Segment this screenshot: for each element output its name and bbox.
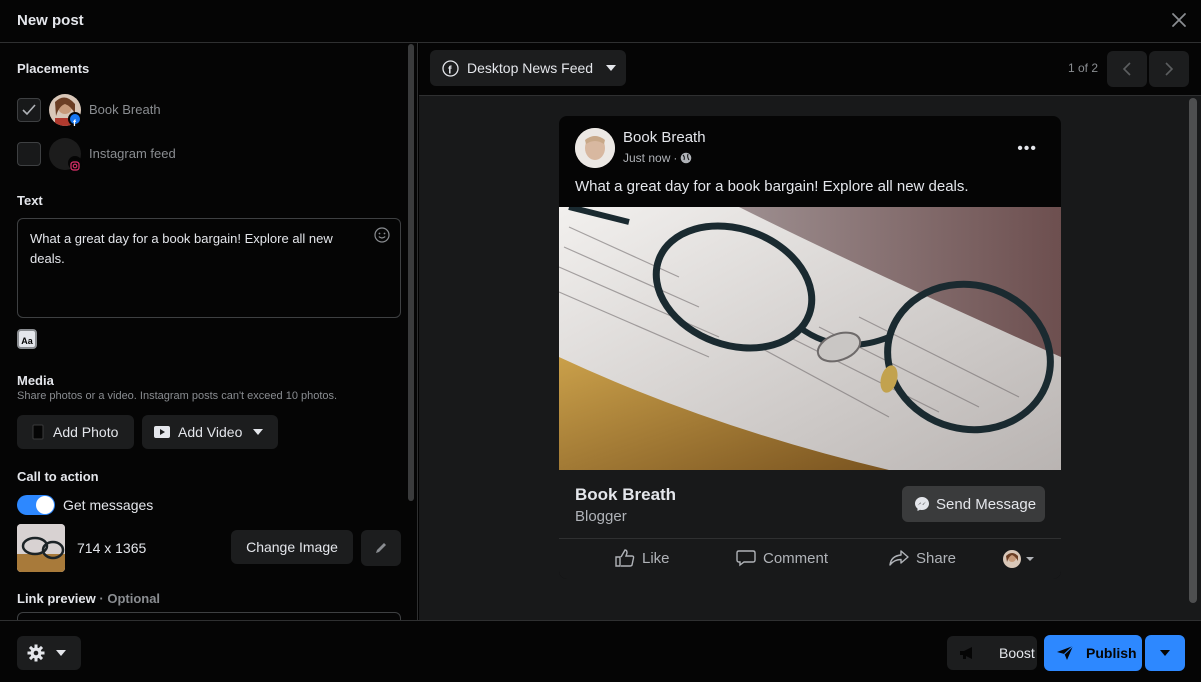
post-text-value: What a great day for a book bargain! Exp…	[30, 231, 333, 266]
placement-label: Book Breath	[89, 102, 161, 117]
placement-row-facebook: f Book Breath	[17, 94, 397, 128]
editor-panel: Placements f Book Breath Instagram feed …	[0, 43, 418, 620]
emoji-icon[interactable]	[374, 227, 390, 248]
feed-select-label: Desktop News Feed	[467, 60, 594, 76]
post-time: Just now	[623, 151, 671, 165]
audience-selector[interactable]	[1003, 550, 1042, 568]
modal-header: New post	[0, 0, 1201, 43]
link-preview-label: Link preview	[17, 591, 96, 606]
post-text: What a great day for a book bargain! Exp…	[575, 178, 969, 195]
like-label: Like	[642, 549, 670, 567]
cta-page-name: Book Breath	[575, 485, 677, 504]
send-message-button[interactable]: Send Message	[902, 486, 1045, 522]
facebook-icon: f	[68, 112, 82, 128]
publish-options-button[interactable]	[1145, 635, 1185, 671]
preview-toolbar: f Desktop News Feed 1 of 2	[419, 43, 1201, 96]
placements-title: Placements	[17, 61, 90, 76]
cta-image-thumbnail	[17, 524, 65, 572]
preview-scrollbar[interactable]	[1189, 98, 1197, 603]
add-photo-button[interactable]: Add Photo	[17, 415, 134, 449]
editor-scrollbar[interactable]	[408, 44, 414, 501]
text-format-icon[interactable]: Aa	[17, 329, 37, 349]
placement-row-instagram: Instagram feed	[17, 138, 397, 171]
chevron-down-icon	[252, 428, 264, 436]
cta-category: Blogger	[575, 508, 627, 525]
post-meta: Just now ·	[623, 151, 692, 165]
instagram-placement-checkbox[interactable]	[17, 142, 41, 166]
cta-title: Call to action	[17, 469, 99, 484]
settings-button[interactable]	[17, 636, 81, 670]
photo-icon	[31, 424, 45, 440]
like-button[interactable]: Like	[615, 549, 670, 567]
placement-label: Instagram feed	[89, 146, 176, 161]
post-text-input[interactable]: What a great day for a book bargain! Exp…	[17, 218, 401, 318]
more-options-icon[interactable]: •••	[1017, 140, 1037, 158]
next-button[interactable]	[1149, 51, 1189, 87]
modal-title: New post	[17, 12, 84, 29]
edit-image-button[interactable]	[361, 530, 401, 566]
share-button[interactable]: Share	[889, 549, 956, 567]
boost-label: Boost	[999, 645, 1035, 661]
post-image	[559, 207, 1061, 470]
feed-placement-select[interactable]: f Desktop News Feed	[430, 50, 626, 86]
page-count: 1 of 2	[1068, 61, 1099, 75]
paper-plane-icon	[1057, 645, 1074, 660]
chevron-left-icon	[1122, 62, 1131, 76]
change-image-button[interactable]: Change Image	[231, 530, 353, 564]
chevron-down-icon	[605, 64, 617, 72]
image-dimensions: 714 x 1365	[77, 540, 147, 556]
publish-label: Publish	[1086, 645, 1137, 661]
instagram-icon	[68, 156, 82, 171]
video-icon	[154, 425, 170, 439]
chevron-right-icon	[1165, 62, 1174, 76]
share-label: Share	[916, 549, 957, 567]
comment-label: Comment	[763, 549, 829, 567]
chevron-down-icon	[56, 650, 66, 656]
share-icon	[889, 550, 909, 566]
preview-panel: f Desktop News Feed 1 of 2 Book Breath J…	[419, 43, 1201, 620]
comment-icon	[736, 550, 756, 567]
media-subtitle: Share photos or a video. Instagram posts…	[17, 390, 338, 402]
publish-button[interactable]: Publish	[1044, 635, 1142, 671]
link-preview-title: Link preview · Optional	[17, 591, 161, 606]
post-author[interactable]: Book Breath	[623, 129, 706, 146]
svg-text:f: f	[73, 118, 77, 127]
cta-area: Book Breath Blogger Send Message	[559, 470, 1061, 538]
close-icon[interactable]	[1169, 10, 1189, 30]
gear-icon	[27, 644, 45, 662]
toggle-knob	[36, 496, 54, 514]
pencil-icon	[376, 543, 386, 553]
messenger-icon	[914, 496, 930, 512]
thumbs-up-icon	[615, 549, 635, 567]
boost-button[interactable]: Boost	[947, 636, 1037, 670]
mini-avatar	[1003, 550, 1021, 568]
check-icon	[22, 104, 36, 116]
facebook-circle-icon: f	[442, 59, 459, 77]
add-video-button[interactable]: Add Video	[142, 415, 278, 449]
chevron-down-icon	[1026, 557, 1034, 561]
globe-icon	[681, 152, 692, 164]
modal-footer: Boost Publish	[0, 620, 1201, 682]
get-messages-toggle[interactable]	[17, 495, 55, 515]
add-photo-label: Add Photo	[53, 424, 119, 440]
comment-button[interactable]: Comment	[736, 549, 828, 567]
link-preview-input[interactable]	[17, 612, 401, 620]
post-avatar	[575, 128, 615, 168]
prev-button[interactable]	[1107, 51, 1147, 87]
facebook-placement-checkbox[interactable]	[17, 98, 41, 122]
svg-text:f: f	[448, 64, 452, 76]
megaphone-icon	[960, 647, 972, 659]
get-messages-label: Get messages	[63, 497, 154, 513]
change-image-label: Change Image	[246, 539, 338, 555]
chevron-down-icon	[1160, 650, 1170, 656]
send-message-label: Send Message	[936, 495, 1037, 513]
optional-label: Optional	[107, 591, 161, 606]
media-title: Media	[17, 373, 54, 388]
text-title: Text	[17, 193, 43, 208]
add-video-label: Add Video	[178, 424, 243, 440]
post-actions: Like Comment Share	[559, 538, 1061, 579]
post-preview: Book Breath Just now · ••• What a great …	[559, 116, 1061, 579]
